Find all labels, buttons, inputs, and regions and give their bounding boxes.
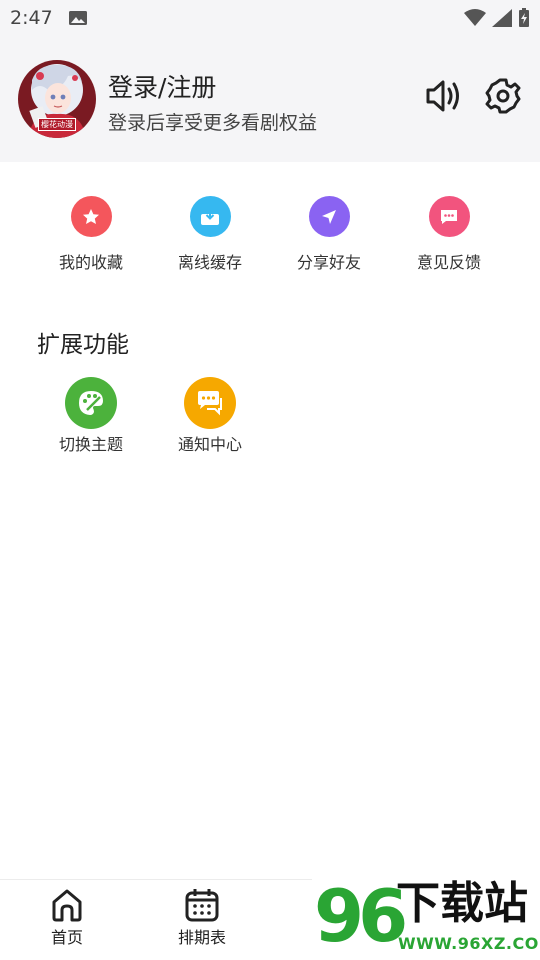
favorites-button[interactable]: 我的收藏 <box>36 196 146 273</box>
login-register-link[interactable]: 登录/注册 <box>108 68 216 104</box>
switch-theme-label: 切换主题 <box>58 435 123 454</box>
battery-charging-icon <box>519 8 529 27</box>
status-indicators <box>464 8 530 28</box>
download-icon <box>189 196 231 237</box>
send-icon <box>308 196 350 237</box>
offline-cache-button[interactable]: 离线缓存 <box>155 196 265 273</box>
feedback-label: 意见反馈 <box>416 253 481 272</box>
share-friends-label: 分享好友 <box>296 253 361 272</box>
feedback-button[interactable]: 意见反馈 <box>394 196 504 273</box>
nav-schedule[interactable]: 排期表 <box>162 888 242 948</box>
site-watermark: 96 下载站 WWW.96XZ.COM <box>312 874 540 960</box>
avatar[interactable]: 樱花动漫 <box>18 60 96 138</box>
palette-icon <box>65 377 117 429</box>
favorites-label: 我的收藏 <box>58 253 123 272</box>
sound-button[interactable] <box>424 76 464 116</box>
nav-home[interactable]: 首页 <box>27 888 107 948</box>
image-notification-icon <box>69 11 87 25</box>
profile-header: 樱花动漫 登录/注册 登录后享受更多看剧权益 <box>0 36 540 162</box>
message-icon <box>184 377 236 429</box>
star-icon <box>70 196 112 237</box>
login-benefit-text: 登录后享受更多看剧权益 <box>108 112 318 134</box>
switch-theme-button[interactable]: 切换主题 <box>36 377 146 455</box>
notification-center-button[interactable]: 通知中心 <box>155 377 265 455</box>
cellular-signal-icon <box>492 9 512 27</box>
speaker-icon <box>426 80 459 112</box>
wifi-icon <box>464 9 486 26</box>
chat-icon <box>428 196 470 237</box>
watermark-url: WWW.96XZ.COM <box>398 934 540 953</box>
notification-center-label: 通知中心 <box>177 435 242 454</box>
extensions-heading: 扩展功能 <box>37 332 129 358</box>
home-icon <box>52 889 82 922</box>
status-time: 2:47 <box>10 7 53 29</box>
nav-schedule-label: 排期表 <box>177 928 226 947</box>
calendar-icon <box>185 889 219 922</box>
avatar-caption: 樱花动漫 <box>38 118 76 131</box>
watermark-text: 下载站 <box>396 878 528 929</box>
settings-button[interactable] <box>483 76 523 116</box>
watermark-number: 96 <box>314 874 408 958</box>
status-bar: 2:47 <box>0 0 540 36</box>
share-friends-button[interactable]: 分享好友 <box>274 196 384 273</box>
offline-cache-label: 离线缓存 <box>177 253 242 272</box>
gear-icon <box>485 78 521 114</box>
quick-actions: 我的收藏 离线缓存 分享好友 意见反馈 <box>0 196 540 286</box>
nav-home-label: 首页 <box>50 928 83 947</box>
